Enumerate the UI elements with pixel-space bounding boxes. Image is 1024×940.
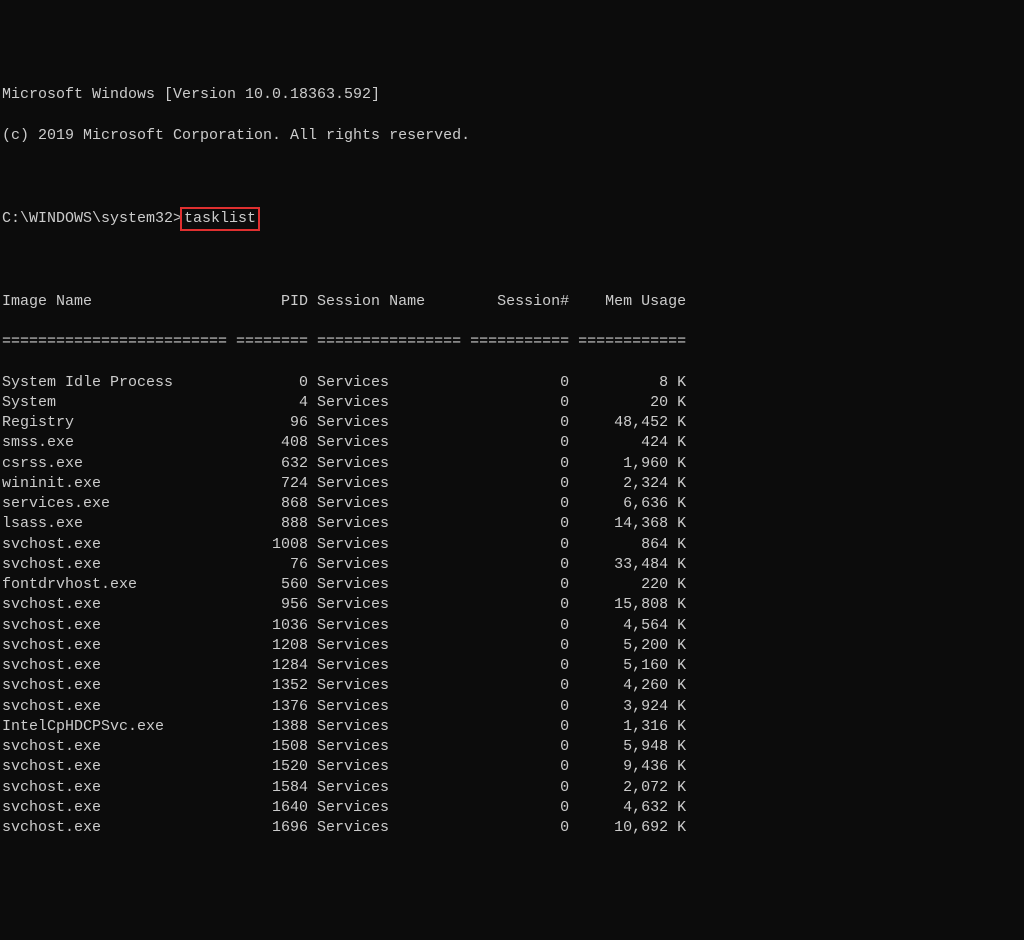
process-row: svchost.exe 1376 Services 0 3,924 K: [2, 697, 1022, 717]
separator-row: ========================= ======== =====…: [2, 332, 1022, 352]
prompt-path: C:\WINDOWS\system32>: [2, 210, 182, 227]
process-row: svchost.exe 1008 Services 0 864 K: [2, 535, 1022, 555]
prompt-line[interactable]: C:\WINDOWS\system32>tasklist: [2, 207, 1022, 231]
process-row: Registry 96 Services 0 48,452 K: [2, 413, 1022, 433]
process-row: wininit.exe 724 Services 0 2,324 K: [2, 474, 1022, 494]
process-row: svchost.exe 1640 Services 0 4,632 K: [2, 798, 1022, 818]
process-row: svchost.exe 1696 Services 0 10,692 K: [2, 818, 1022, 838]
command-text: tasklist: [184, 210, 256, 227]
process-row: svchost.exe 1208 Services 0 5,200 K: [2, 636, 1022, 656]
process-row: svchost.exe 956 Services 0 15,808 K: [2, 595, 1022, 615]
process-row: svchost.exe 1036 Services 0 4,564 K: [2, 616, 1022, 636]
process-row: svchost.exe 1284 Services 0 5,160 K: [2, 656, 1022, 676]
blank-line-2: [2, 251, 1022, 271]
process-row: lsass.exe 888 Services 0 14,368 K: [2, 514, 1022, 534]
process-row: fontdrvhost.exe 560 Services 0 220 K: [2, 575, 1022, 595]
process-row: smss.exe 408 Services 0 424 K: [2, 433, 1022, 453]
process-row: svchost.exe 1508 Services 0 5,948 K: [2, 737, 1022, 757]
command-highlight: tasklist: [180, 207, 260, 231]
process-row: svchost.exe 1584 Services 0 2,072 K: [2, 778, 1022, 798]
process-row: System Idle Process 0 Services 0 8 K: [2, 373, 1022, 393]
process-row: svchost.exe 1520 Services 0 9,436 K: [2, 757, 1022, 777]
version-line: Microsoft Windows [Version 10.0.18363.59…: [2, 85, 1022, 105]
copyright-line: (c) 2019 Microsoft Corporation. All righ…: [2, 126, 1022, 146]
process-row: services.exe 868 Services 0 6,636 K: [2, 494, 1022, 514]
process-list: System Idle Process 0 Services 0 8 KSyst…: [2, 373, 1022, 839]
process-row: svchost.exe 1352 Services 0 4,260 K: [2, 676, 1022, 696]
process-row: csrss.exe 632 Services 0 1,960 K: [2, 454, 1022, 474]
process-row: System 4 Services 0 20 K: [2, 393, 1022, 413]
process-row: IntelCpHDCPSvc.exe 1388 Services 0 1,316…: [2, 717, 1022, 737]
process-row: svchost.exe 76 Services 0 33,484 K: [2, 555, 1022, 575]
column-header-row: Image Name PID Session Name Session# Mem…: [2, 292, 1022, 312]
blank-line-1: [2, 166, 1022, 186]
